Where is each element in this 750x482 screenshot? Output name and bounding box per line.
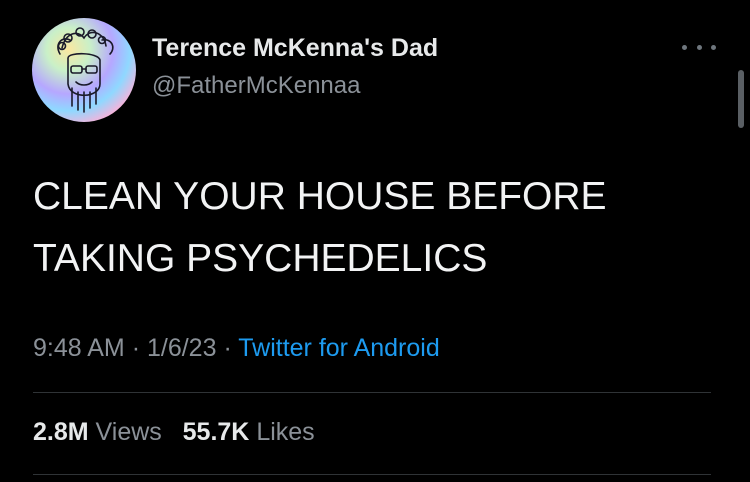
divider	[33, 392, 711, 393]
tweet-time[interactable]: 9:48 AM	[33, 334, 125, 362]
avatar[interactable]	[32, 18, 136, 122]
tweet-meta: 9:48 AM · 1/6/23 · Twitter for Android	[33, 334, 440, 363]
tweet-text-line: CLEAN YOUR HOUSE BEFORE	[33, 175, 607, 218]
likes-label: Likes	[256, 418, 315, 446]
tweet-text: CLEAN YOUR HOUSE BEFORE TAKING PSYCHEDEL…	[33, 166, 723, 290]
author-display-name[interactable]: Terence McKenna's Dad	[152, 34, 438, 63]
tweet-text-line: TAKING PSYCHEDELICS	[33, 237, 488, 280]
scrollbar[interactable]	[738, 70, 744, 128]
views-count: 2.8M	[33, 418, 89, 446]
likes-count: 55.7K	[182, 418, 250, 446]
tweet-date[interactable]: 1/6/23	[147, 334, 217, 362]
views-label: Views	[95, 418, 162, 446]
more-dot	[711, 44, 716, 50]
more-horizontal-icon[interactable]	[682, 40, 716, 54]
views-stat[interactable]: 2.8M Views	[33, 418, 162, 446]
author-handle[interactable]: @FatherMcKennaa	[152, 72, 360, 100]
divider	[33, 474, 711, 475]
meta-separator: ·	[131, 334, 141, 362]
more-dot	[682, 44, 687, 50]
avatar-illustration	[57, 27, 114, 113]
more-dot	[696, 44, 702, 50]
likes-stat[interactable]: 55.7K Likes	[183, 418, 315, 446]
tweet-client-link[interactable]: Twitter for Android	[238, 334, 439, 362]
tweet: Terence McKenna's Dad @FatherMcKennaa CL…	[0, 0, 750, 482]
tweet-stats: 2.8M Views 55.7K Likes	[33, 418, 315, 447]
meta-separator: ·	[223, 334, 232, 362]
